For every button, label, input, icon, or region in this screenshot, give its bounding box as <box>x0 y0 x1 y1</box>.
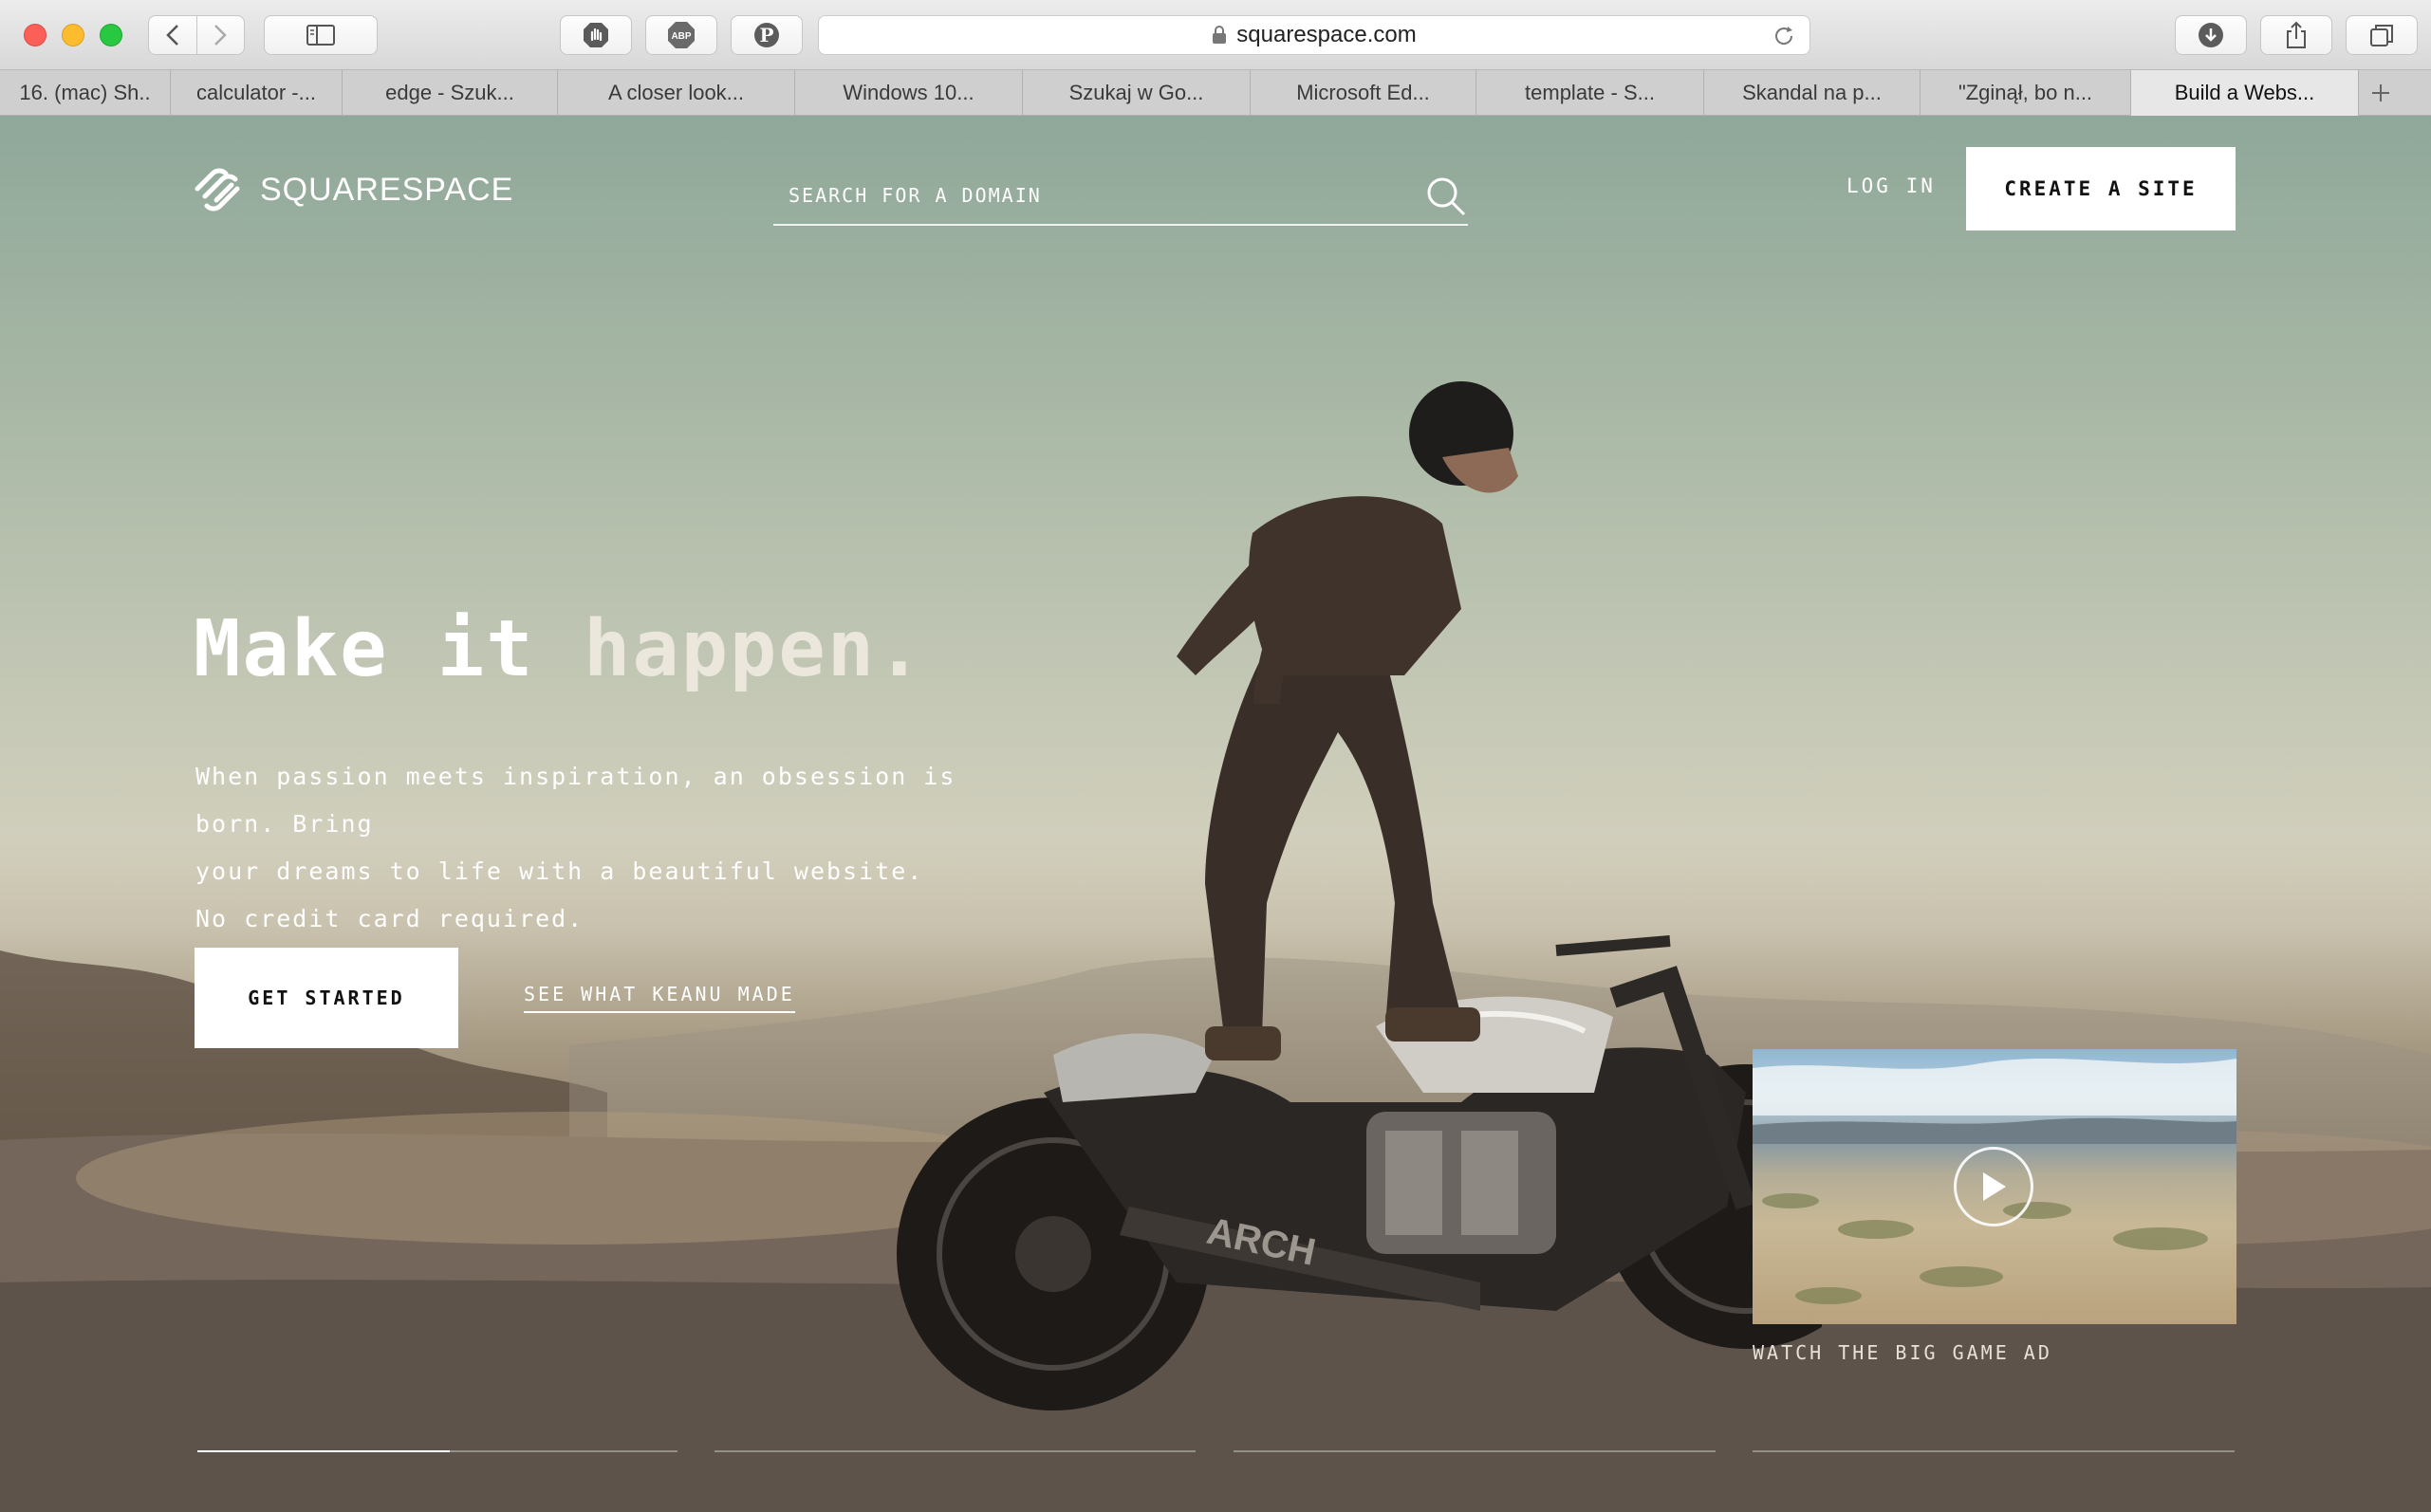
history-nav <box>148 15 245 55</box>
create-site-button[interactable]: CREATE A SITE <box>1966 147 2236 230</box>
logo-text: SQUARESPACE <box>260 171 514 208</box>
share-button[interactable] <box>2260 15 2332 55</box>
tab[interactable]: edge - Szuk... <box>343 70 558 116</box>
minimize-window-button[interactable] <box>62 24 84 46</box>
video-caption[interactable]: WATCH THE BIG GAME AD <box>1753 1341 2052 1364</box>
domain-search <box>773 163 1468 226</box>
headline-accent: happen. <box>583 604 925 694</box>
tab[interactable]: calculator -... <box>171 70 343 116</box>
slide-indicator[interactable] <box>1753 1450 2235 1452</box>
chevron-left-icon <box>165 25 178 46</box>
slide-indicator[interactable] <box>714 1450 1196 1452</box>
adblock-icon: ABP <box>668 22 695 48</box>
play-icon <box>1983 1172 2006 1201</box>
motorcycle-rider-image: ARCH <box>897 381 1822 1411</box>
tab[interactable]: Skandal na p... <box>1704 70 1921 116</box>
tab-overview-button[interactable] <box>2346 15 2418 55</box>
hero-section: ARCH SQUARESPACE SEARCH FOR A DOMAIN LOG… <box>0 116 2431 1512</box>
pinterest-button[interactable]: P <box>731 15 803 55</box>
hero-subtext: When passion meets inspiration, an obses… <box>195 753 1011 943</box>
new-tab-button[interactable] <box>2359 70 2403 115</box>
headline-main: Make it <box>194 604 584 694</box>
tab[interactable]: Microsoft Ed... <box>1251 70 1476 116</box>
svg-text:P: P <box>759 24 773 46</box>
squarespace-logo-icon <box>195 168 240 212</box>
close-window-button[interactable] <box>24 24 46 46</box>
reload-icon <box>1775 27 1793 45</box>
maximize-window-button[interactable] <box>100 24 122 46</box>
see-keanu-link[interactable]: SEE WHAT KEANU MADE <box>524 983 795 1013</box>
tab[interactable]: "Zginął, bo n... <box>1921 70 2131 116</box>
plus-icon <box>2372 83 2389 101</box>
adblock-button[interactable]: ABP 1 <box>645 15 1369 55</box>
tab[interactable]: template - S... <box>1476 70 1704 116</box>
extension-hand-button[interactable] <box>560 15 632 55</box>
slide-indicator[interactable] <box>450 1450 677 1452</box>
tab[interactable]: Szukaj w Go... <box>1023 70 1251 116</box>
sidebar-toggle-button[interactable] <box>264 15 378 55</box>
slide-indicator-active[interactable] <box>197 1450 450 1452</box>
address-bar[interactable]: squarespace.com <box>818 15 1810 55</box>
domain-search-input[interactable] <box>789 176 1396 214</box>
tab[interactable]: A closer look... <box>558 70 795 116</box>
subtext-line: your dreams to life with a beautiful web… <box>195 857 924 885</box>
subtext-line: When passion meets inspiration, an obses… <box>195 763 956 838</box>
sidebar-icon <box>306 25 335 46</box>
tab-bar: 16. (mac) Sh.. calculator -... edge - Sz… <box>0 70 2431 116</box>
search-icon[interactable] <box>1424 175 1468 218</box>
url-text: squarespace.com <box>1236 22 1417 47</box>
tab[interactable]: 16. (mac) Sh.. <box>0 70 171 116</box>
login-link[interactable]: LOG IN <box>1846 175 1936 197</box>
download-icon <box>2199 23 2223 47</box>
downloads-button[interactable] <box>2175 15 2247 55</box>
play-button[interactable] <box>1954 1147 2033 1226</box>
hero-headline: Make it happen. <box>194 604 925 694</box>
browser-toolbar: ABP 1 P squarespace.com <box>0 0 2431 70</box>
forward-button[interactable] <box>195 16 245 54</box>
chevron-right-icon <box>214 25 228 46</box>
slide-indicator[interactable] <box>1234 1450 1716 1452</box>
tabs-overview-icon <box>2370 25 2393 46</box>
svg-text:ABP: ABP <box>671 31 691 42</box>
pinterest-icon: P <box>754 23 779 47</box>
video-thumbnail[interactable] <box>1753 1049 2236 1324</box>
tab[interactable]: Windows 10... <box>795 70 1023 116</box>
squarespace-logo[interactable]: SQUARESPACE <box>194 168 513 212</box>
get-started-button[interactable]: GET STARTED <box>195 948 458 1048</box>
back-button[interactable] <box>149 16 196 54</box>
stop-hand-icon <box>584 23 608 47</box>
subtext-line: No credit card required. <box>195 905 585 932</box>
share-icon <box>2287 21 2306 48</box>
lock-icon <box>1213 26 1227 44</box>
tab-active[interactable]: Build a Webs... <box>2131 70 2359 116</box>
